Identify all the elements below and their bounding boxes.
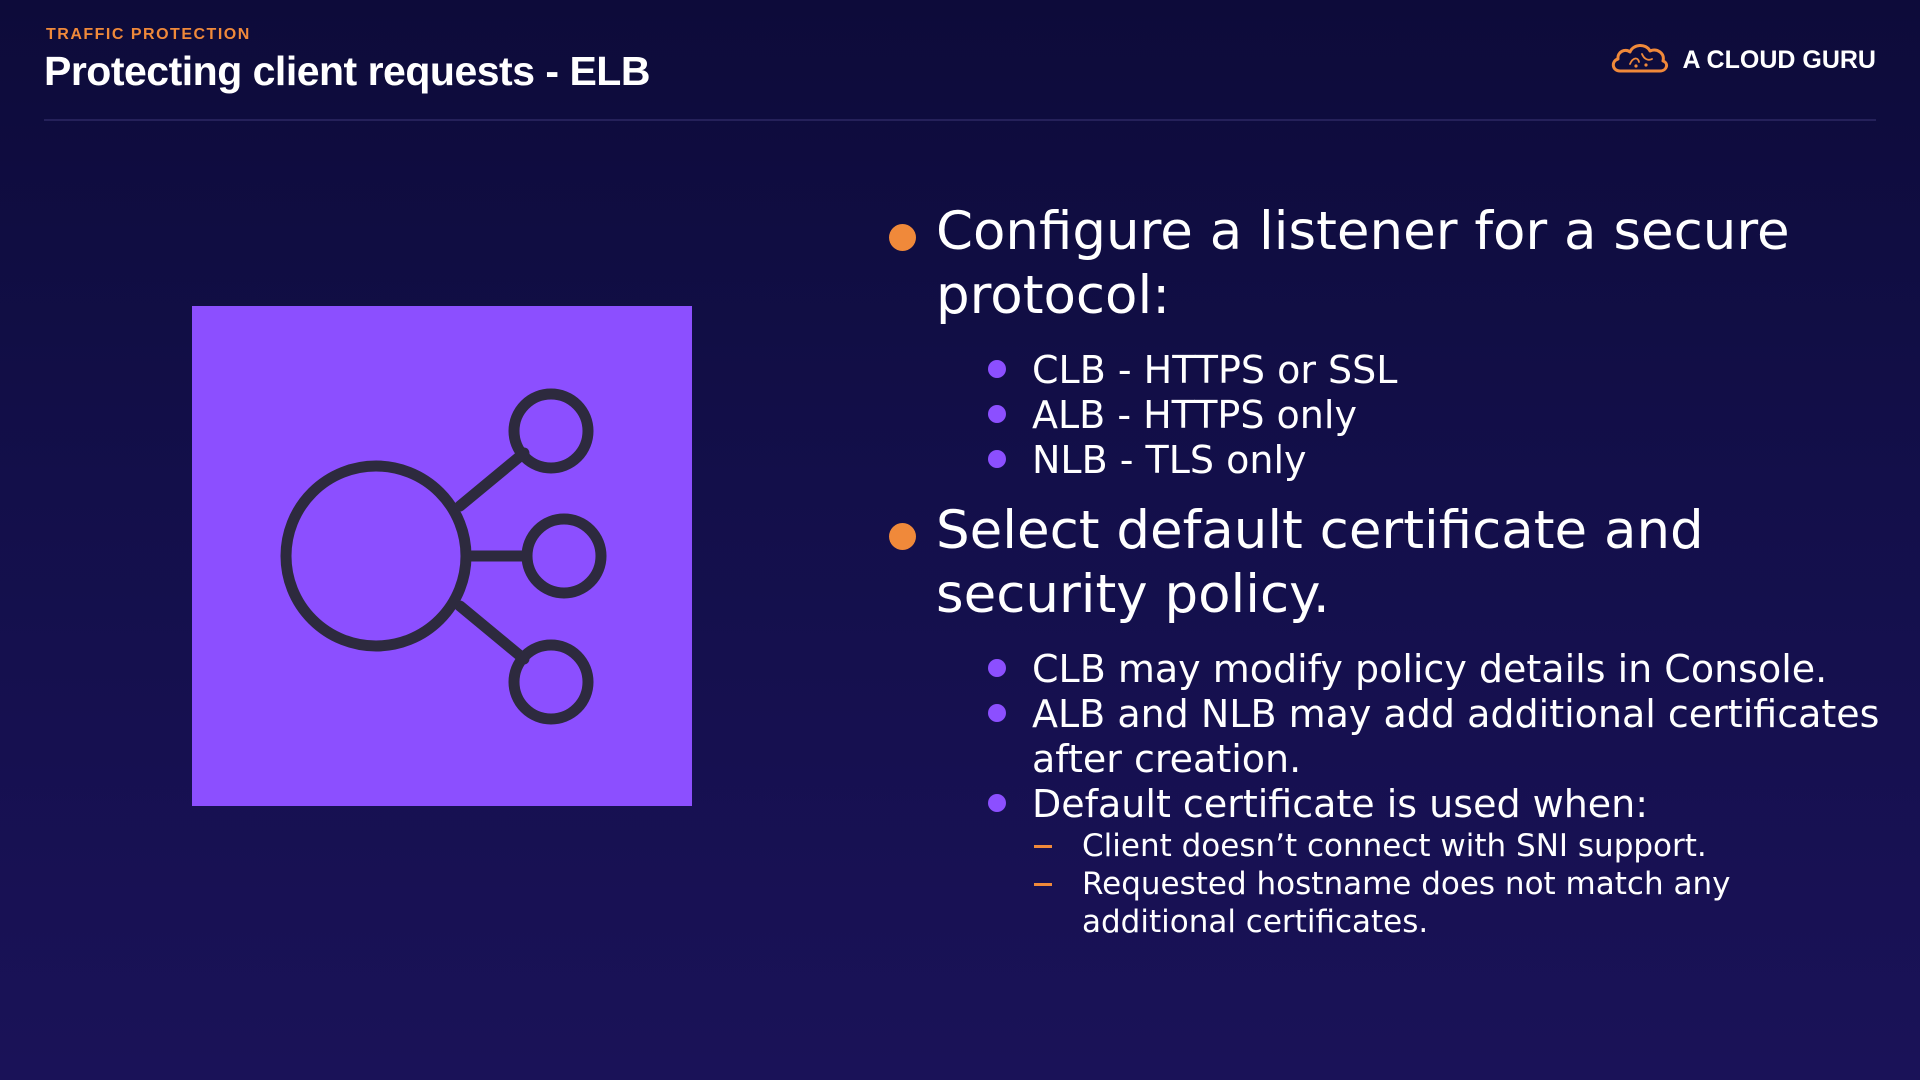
- list-item: CLB may modify policy details in Console…: [988, 647, 1886, 692]
- list-item-text: CLB may modify policy details in Console…: [1032, 647, 1828, 691]
- list-item-text: ALB - HTTPS only: [1032, 393, 1357, 437]
- purple-bullet-icon: [988, 450, 1006, 468]
- slide-header: TRAFFIC PROTECTION Protecting client req…: [44, 24, 1876, 120]
- list-item: Client doesn’t connect with SNI support.: [1034, 827, 1886, 865]
- list-item-text: CLB - HTTPS or SSL: [1032, 348, 1398, 392]
- section-label: TRAFFIC PROTECTION: [46, 26, 251, 43]
- dash-bullet-icon: [1034, 845, 1052, 848]
- page-title: Protecting client requests - ELB: [44, 48, 650, 94]
- bullet-content: Configure a listener for a secure protoc…: [886, 200, 1886, 957]
- list-item-text: ALB and NLB may add additional certifica…: [1032, 692, 1880, 781]
- purple-bullet-icon: [988, 794, 1006, 812]
- list-item: Requested hostname does not match any ad…: [1034, 865, 1886, 941]
- list-item-text: Client doesn’t connect with SNI support.: [1082, 828, 1707, 864]
- elastic-load-balancing-icon: [192, 306, 692, 806]
- list-item-text: NLB - TLS only: [1032, 438, 1307, 482]
- list-item: NLB - TLS only: [988, 438, 1886, 483]
- list-item: Default certificate is used when:: [988, 782, 1886, 827]
- list-item-text: Default certificate is used when:: [1032, 782, 1649, 826]
- dash-bullet-icon: [1034, 883, 1052, 886]
- list-item-text: Requested hostname does not match any ad…: [1082, 866, 1731, 940]
- bullet-text: Select default certificate and security …: [936, 500, 1704, 625]
- orange-bullet-icon: [889, 523, 916, 550]
- header-divider: [44, 119, 1876, 121]
- list-item: CLB - HTTPS or SSL: [988, 348, 1886, 393]
- purple-bullet-icon: [988, 360, 1006, 378]
- certificate-list: CLB may modify policy details in Console…: [886, 647, 1886, 941]
- list-item: ALB - HTTPS only: [988, 393, 1886, 438]
- purple-bullet-icon: [988, 405, 1006, 423]
- bullet-select-certificate: Select default certificate and security …: [886, 499, 1886, 627]
- purple-bullet-icon: [988, 704, 1006, 722]
- cloud-logo-icon: [1608, 40, 1670, 80]
- brand-logo: A CLOUD GURU: [1608, 40, 1876, 80]
- bullet-text: Configure a listener for a secure protoc…: [936, 201, 1790, 326]
- purple-bullet-icon: [988, 659, 1006, 677]
- bullet-configure-listener: Configure a listener for a secure protoc…: [886, 200, 1886, 328]
- list-item: ALB and NLB may add additional certifica…: [988, 692, 1886, 782]
- brand-name: A CLOUD GURU: [1682, 45, 1876, 74]
- protocol-list: CLB - HTTPS or SSL ALB - HTTPS only NLB …: [886, 348, 1886, 483]
- elb-icon-tile: [192, 306, 692, 806]
- default-cert-conditions: Client doesn’t connect with SNI support.…: [1032, 827, 1886, 941]
- orange-bullet-icon: [889, 224, 916, 251]
